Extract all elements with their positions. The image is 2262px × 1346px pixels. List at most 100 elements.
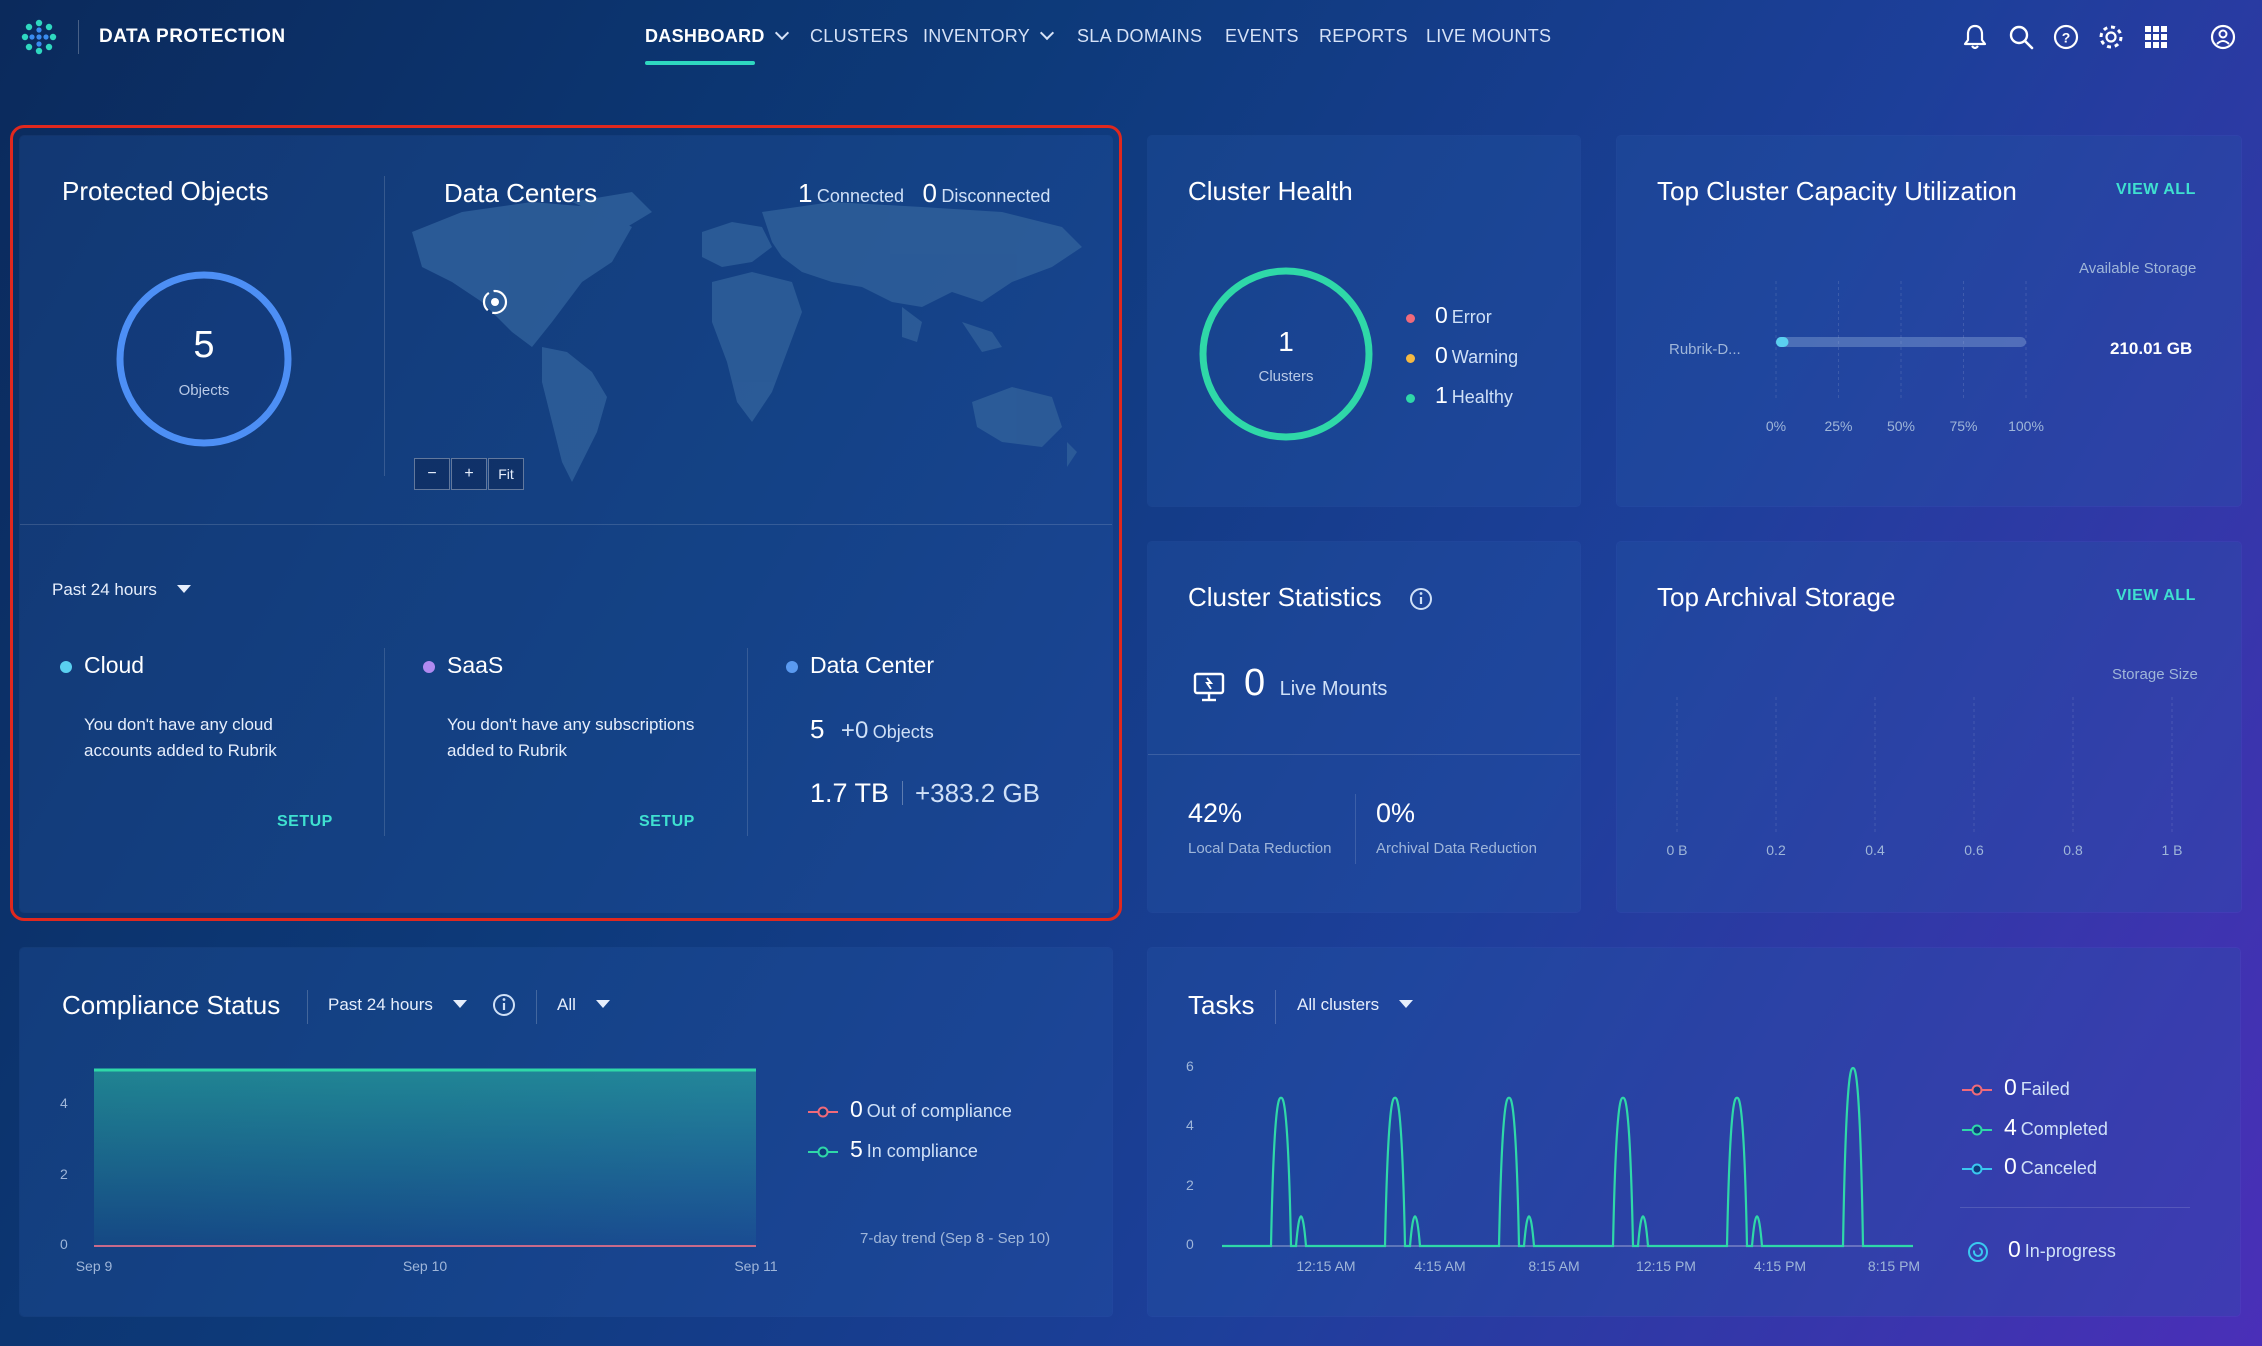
chevron-down-icon bbox=[1039, 25, 1055, 41]
compliance-trend-label: 7-day trend (Sep 8 - Sep 10) bbox=[860, 1230, 1051, 1247]
capacity-card: Top Cluster Capacity Utilization VIEW AL… bbox=[1617, 136, 2241, 506]
data-center-objects-count: 5 bbox=[810, 714, 825, 744]
value-divider bbox=[901, 781, 903, 805]
cloud-setup-button[interactable]: SETUP bbox=[277, 813, 333, 831]
section-divider bbox=[384, 648, 385, 836]
disconnected-label: Disconnected bbox=[941, 186, 1051, 206]
map-fit-button[interactable]: Fit bbox=[488, 458, 524, 490]
saas-message-line2: added to Rubrik bbox=[447, 741, 568, 760]
capacity-column-label: Available Storage bbox=[2079, 260, 2197, 277]
section-divider bbox=[384, 176, 385, 476]
in-progress-spinner-icon bbox=[1968, 1242, 1988, 1263]
tasks-legend-canceled[interactable]: 0 Canceled bbox=[1962, 1153, 2097, 1180]
archival-title: Top Archival Storage bbox=[1657, 582, 1896, 612]
tasks-x-tick: 4:15 PM bbox=[1753, 1258, 1807, 1274]
data-center-objects-label: Objects bbox=[872, 722, 934, 742]
tasks-y-tick: 2 bbox=[1186, 1176, 1194, 1193]
nav-events[interactable]: EVENTS bbox=[1225, 26, 1299, 47]
map-zoom-in-button[interactable]: + bbox=[451, 458, 487, 490]
nav-clusters[interactable]: CLUSTERS bbox=[810, 26, 908, 47]
saas-dot-icon bbox=[423, 661, 435, 673]
archival-axis-tick: 0 B bbox=[1666, 842, 1688, 858]
live-mounts-label: Live Mounts bbox=[1279, 678, 1388, 700]
canceled-label: Canceled bbox=[2020, 1158, 2097, 1178]
saas-heading: SaaS bbox=[423, 652, 503, 679]
info-icon[interactable] bbox=[1408, 586, 1434, 612]
brand-title: DATA PROTECTION bbox=[99, 26, 286, 47]
cluster-statistics-card: Cluster Statistics 0 Live Mounts 42% Loc… bbox=[1148, 542, 1580, 912]
user-avatar-icon[interactable] bbox=[2208, 22, 2238, 52]
capacity-axis-tick: 100% bbox=[2008, 418, 2044, 434]
overview-card: Protected Objects 5 Objects Data Centers… bbox=[20, 136, 1112, 912]
healthy-label: Healthy bbox=[1451, 387, 1513, 407]
app-grid-icon[interactable] bbox=[2141, 22, 2171, 52]
capacity-axis-tick: 75% bbox=[1949, 418, 1978, 434]
archival-column-label: Storage Size bbox=[2112, 666, 2198, 683]
nav-live-mounts[interactable]: LIVE MOUNTS bbox=[1426, 26, 1551, 47]
cloud-message-line1: You don't have any cloud bbox=[84, 715, 273, 734]
nav-reports[interactable]: REPORTS bbox=[1319, 26, 1408, 47]
saas-setup-button[interactable]: SETUP bbox=[639, 813, 695, 831]
health-legend-healthy[interactable]: 1 Healthy bbox=[1406, 382, 1513, 409]
capacity-title: Top Cluster Capacity Utilization bbox=[1657, 176, 2017, 206]
compliance-y-tick: 2 bbox=[60, 1165, 68, 1182]
completed-legend-icon bbox=[1962, 1124, 1992, 1136]
live-mounts-stat[interactable]: 0 Live Mounts bbox=[1244, 662, 1387, 705]
nav-active-indicator bbox=[645, 61, 755, 65]
data-center-size-value: 1.7 TB bbox=[810, 778, 890, 808]
archival-axis-tick: 0.4 bbox=[1865, 842, 1885, 858]
failed-label: Failed bbox=[2020, 1079, 2070, 1099]
in-compliance-legend-icon bbox=[808, 1146, 838, 1158]
protected-objects-count[interactable]: 5 bbox=[113, 324, 295, 367]
tasks-legend-completed[interactable]: 4 Completed bbox=[1962, 1114, 2108, 1141]
tasks-x-tick: 12:15 AM bbox=[1296, 1258, 1356, 1274]
top-navigation-bar: DATA PROTECTION DASHBOARD CLUSTERS INVEN… bbox=[0, 0, 2262, 75]
in-compliance-label: In compliance bbox=[866, 1141, 978, 1161]
warning-count: 0 bbox=[1435, 342, 1448, 368]
health-legend-error[interactable]: 0 Error bbox=[1406, 302, 1492, 329]
time-filter-dropdown[interactable]: Past 24 hours bbox=[52, 580, 191, 600]
rubrik-logo-icon[interactable] bbox=[20, 18, 58, 56]
bell-icon[interactable] bbox=[1960, 22, 1990, 52]
cluster-health-count[interactable]: 1 bbox=[1197, 326, 1375, 358]
compliance-legend-in[interactable]: 5 In compliance bbox=[808, 1136, 978, 1163]
tasks-x-tick: 8:15 AM bbox=[1528, 1258, 1580, 1274]
cluster-health-card: Cluster Health 1 Clusters 0 Error 0 Warnin… bbox=[1148, 136, 1580, 506]
nav-sla-domains[interactable]: SLA DOMAINS bbox=[1077, 26, 1202, 47]
tasks-x-tick: 4:15 AM bbox=[1414, 1258, 1466, 1274]
error-dot-icon bbox=[1406, 314, 1415, 323]
archival-axis-tick: 0.8 bbox=[2063, 842, 2083, 858]
archival-axis-tick: 0.6 bbox=[1964, 842, 1984, 858]
data-center-heading: Data Center bbox=[786, 652, 934, 679]
capacity-bar-fill[interactable] bbox=[1776, 337, 1789, 347]
world-map[interactable] bbox=[402, 172, 1114, 492]
tasks-x-tick: 8:15 PM bbox=[1867, 1258, 1921, 1274]
legend-divider bbox=[1960, 1207, 2190, 1208]
archival-chart-grid bbox=[1676, 697, 2173, 835]
archival-reduction-value: 0% bbox=[1376, 798, 1416, 828]
chevron-down-icon bbox=[774, 25, 789, 41]
capacity-axis-tick: 50% bbox=[1886, 418, 1916, 434]
search-icon[interactable] bbox=[2006, 22, 2036, 52]
out-of-compliance-count: 0 bbox=[850, 1096, 863, 1122]
health-legend-warning[interactable]: 0 Warning bbox=[1406, 342, 1518, 369]
brand-divider bbox=[78, 20, 79, 54]
map-zoom-out-button[interactable]: − bbox=[414, 458, 450, 490]
capacity-view-all-link[interactable]: VIEW ALL bbox=[2116, 181, 2196, 199]
compliance-x-tick: Sep 10 bbox=[402, 1258, 448, 1274]
datacenter-location-marker-icon[interactable] bbox=[480, 287, 510, 317]
tasks-in-progress[interactable]: 0 In-progress bbox=[1966, 1236, 2116, 1264]
capacity-row-value: 210.01 GB bbox=[2110, 339, 2193, 358]
tasks-legend-failed[interactable]: 0 Failed bbox=[1962, 1074, 2070, 1101]
compliance-area-chart bbox=[94, 1068, 756, 1247]
help-icon[interactable]: ? bbox=[2051, 22, 2081, 52]
compliance-x-tick: Sep 9 bbox=[75, 1258, 113, 1274]
nav-inventory[interactable]: INVENTORY bbox=[923, 25, 1055, 47]
nav-dashboard[interactable]: DASHBOARD bbox=[645, 25, 789, 47]
archival-view-all-link[interactable]: VIEW ALL bbox=[2116, 587, 2196, 605]
compliance-card: Compliance Status Past 24 hours All 0 Out… bbox=[20, 948, 1112, 1316]
local-reduction-label: Local Data Reduction bbox=[1188, 840, 1332, 857]
compliance-legend-out[interactable]: 0 Out of compliance bbox=[808, 1096, 1012, 1123]
gear-icon[interactable] bbox=[2096, 22, 2126, 52]
compliance-y-tick: 0 bbox=[60, 1236, 68, 1252]
